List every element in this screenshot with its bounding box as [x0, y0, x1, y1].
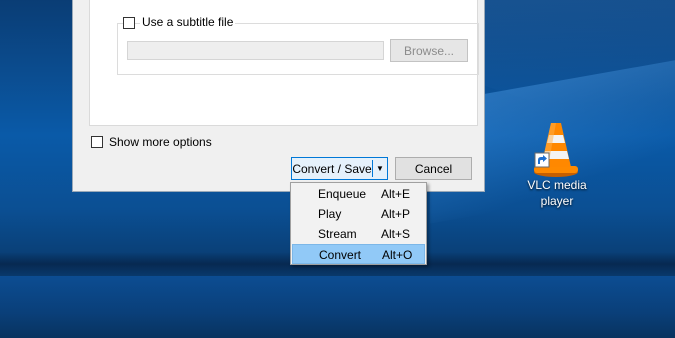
menu-item-shortcut: Alt+O — [382, 248, 413, 262]
menu-item-play[interactable]: Play Alt+P — [292, 204, 425, 224]
subtitle-checkbox-label[interactable]: Use a subtitle file — [140, 15, 236, 29]
menu-item-shortcut: Alt+S — [381, 227, 411, 241]
subtitle-checkbox[interactable] — [123, 17, 135, 29]
show-more-options-checkbox[interactable] — [91, 136, 103, 148]
file-panel: Use a subtitle file Browse... — [89, 0, 479, 126]
vlc-desktop-shortcut[interactable] — [530, 120, 582, 178]
menu-item-label: Play — [318, 207, 342, 221]
menu-item-label: Stream — [318, 227, 357, 241]
wallpaper-floor — [0, 276, 675, 338]
subtitle-path-field — [127, 41, 384, 60]
show-more-options-label[interactable]: Show more options — [109, 135, 212, 149]
open-media-dialog: Use a subtitle file Browse... Show more … — [72, 0, 485, 192]
menu-item-label: Convert — [319, 248, 362, 262]
menu-item-convert[interactable]: Convert Alt+O — [292, 244, 425, 264]
cancel-button[interactable]: Cancel — [395, 157, 472, 180]
chevron-down-icon[interactable]: ▼ — [373, 158, 387, 179]
browse-button: Browse... — [390, 39, 468, 62]
menu-item-label: Enqueue — [318, 187, 367, 201]
vlc-cone-icon — [534, 123, 578, 177]
vlc-shortcut-label-line2: player — [540, 194, 574, 208]
convert-save-button[interactable]: Convert / Save — [292, 158, 372, 179]
convert-save-dropdown-menu: Enqueue Alt+E Play Alt+P Stream Alt+S Co… — [290, 182, 427, 265]
menu-item-shortcut: Alt+P — [381, 207, 411, 221]
vlc-shortcut-label-line1: VLC media — [527, 178, 587, 192]
subtitle-groupbox: Use a subtitle file Browse... — [117, 15, 479, 75]
menu-item-shortcut: Alt+E — [381, 187, 411, 201]
menu-item-stream[interactable]: Stream Alt+S — [292, 224, 425, 244]
menu-item-enqueue[interactable]: Enqueue Alt+E — [292, 184, 425, 204]
convert-save-split-button[interactable]: Convert / Save ▼ — [291, 157, 388, 180]
vlc-shortcut-label[interactable]: VLC media player — [512, 177, 602, 209]
